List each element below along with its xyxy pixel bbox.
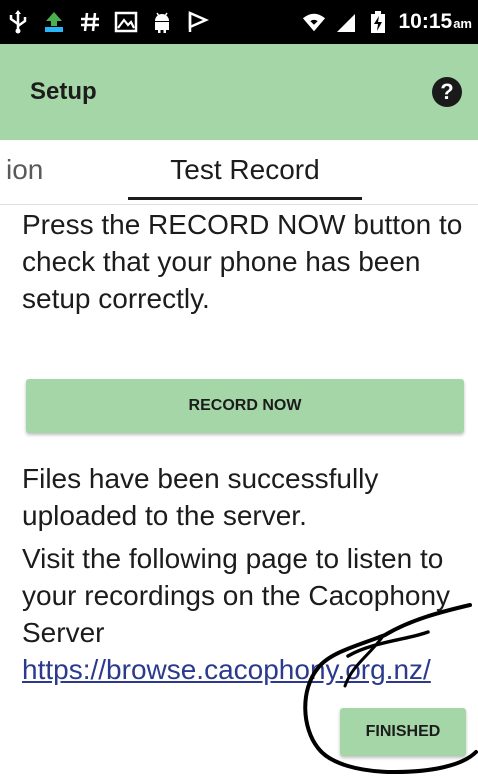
upload-status-block: Files have been successfully uploaded to… bbox=[22, 460, 472, 688]
wifi-icon bbox=[302, 10, 326, 34]
tab-previous[interactable]: ion bbox=[6, 154, 43, 186]
hash-icon bbox=[78, 10, 102, 34]
instructions-text: Press the RECORD NOW button to check tha… bbox=[22, 209, 463, 314]
signal-icon bbox=[334, 10, 358, 34]
help-icon[interactable]: ? bbox=[432, 77, 462, 107]
gallery-icon bbox=[114, 10, 138, 34]
flag-icon bbox=[186, 10, 210, 34]
tab-bar: ion Test Record bbox=[0, 140, 478, 206]
system-icons: 10:15am bbox=[302, 10, 478, 34]
notification-icons bbox=[0, 10, 210, 34]
visit-text-label: Visit the following page to listen to yo… bbox=[22, 543, 451, 648]
usb-icon bbox=[6, 10, 30, 34]
instructions-block: Press the RECORD NOW button to check tha… bbox=[22, 206, 472, 317]
tab-test-record[interactable]: Test Record bbox=[128, 154, 362, 186]
app-bar: Setup ? bbox=[0, 44, 478, 140]
battery-icon bbox=[366, 10, 390, 34]
clock: 10:15am bbox=[398, 10, 472, 33]
record-now-button[interactable]: RECORD NOW bbox=[26, 379, 464, 433]
server-link[interactable]: https://browse.cacophony.org.nz/ bbox=[22, 654, 431, 685]
status-bar: 10:15am bbox=[0, 0, 478, 44]
finished-button[interactable]: FINISHED bbox=[340, 708, 466, 756]
app-title: Setup bbox=[30, 78, 97, 105]
upload-icon bbox=[42, 10, 66, 34]
upload-status-text: Files have been successfully uploaded to… bbox=[22, 463, 379, 531]
tabs-divider bbox=[0, 204, 478, 205]
screen: 10:15am Setup ? ion Test Record Press th… bbox=[0, 0, 478, 776]
tab-indicator bbox=[128, 197, 362, 200]
android-icon bbox=[150, 10, 174, 34]
visit-text: Visit the following page to listen to yo… bbox=[22, 540, 472, 688]
